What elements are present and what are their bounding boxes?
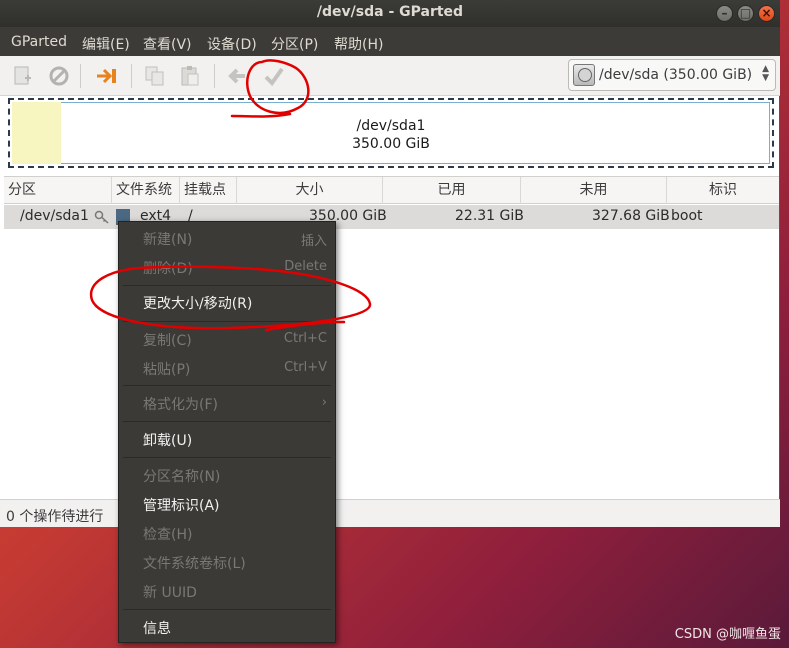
menu-item-copy[interactable]: 复制(C) Ctrl+C <box>119 327 335 353</box>
menu-separator <box>123 457 331 458</box>
table-header: 分区 文件系统 挂载点 大小 已用 未用 标识 <box>4 176 779 204</box>
copy-icon[interactable] <box>143 65 167 87</box>
menu-separator <box>123 421 331 422</box>
apply-icon[interactable] <box>262 65 286 87</box>
row-partition: /dev/sda1 <box>20 208 89 224</box>
menu-view[interactable]: 查看(V) <box>143 34 192 54</box>
menu-separator <box>123 609 331 610</box>
menu-separator <box>123 321 331 322</box>
row-flags: boot <box>671 208 703 224</box>
diskmap-partition-size: 350.00 GiB <box>352 136 430 152</box>
column-partition[interactable]: 分区 <box>4 177 112 204</box>
column-unused[interactable]: 未用 <box>521 177 667 204</box>
context-menu: 新建(N) 插入 删除(D) Delete 更改大小/移动(R) 复制(C) C… <box>118 221 336 643</box>
menu-item-check[interactable]: 检查(H) <box>119 521 335 547</box>
menu-partition[interactable]: 分区(P) <box>271 34 318 54</box>
menu-device[interactable]: 设备(D) <box>207 34 257 54</box>
column-mountpoint[interactable]: 挂载点 <box>180 177 237 204</box>
menu-item-resize-move[interactable]: 更改大小/移动(R) <box>119 290 335 316</box>
menu-item-unmount[interactable]: 卸载(U) <box>119 427 335 453</box>
column-used[interactable]: 已用 <box>383 177 521 204</box>
menu-item-new-uuid[interactable]: 新 UUID <box>119 579 335 605</box>
menu-item-information[interactable]: 信息 <box>119 615 335 641</box>
submenu-arrow-icon: › <box>321 395 327 410</box>
menu-edit[interactable]: 编辑(E) <box>82 34 130 54</box>
column-filesystem[interactable]: 文件系统 <box>112 177 180 204</box>
menu-gparted[interactable]: GParted <box>11 34 67 50</box>
menu-item-manage-flags[interactable]: 管理标识(A) <box>119 492 335 518</box>
menu-item-format-as[interactable]: 格式化为(F) › <box>119 391 335 417</box>
diskmap-partition-name: /dev/sda1 <box>356 118 426 134</box>
menu-separator <box>123 285 331 286</box>
undo-icon[interactable] <box>225 65 249 87</box>
paste-icon[interactable] <box>178 65 202 87</box>
minimize-button[interactable]: – <box>716 5 733 22</box>
new-partition-icon[interactable] <box>11 65 35 87</box>
hard-disk-icon <box>573 64 595 86</box>
pending-operations-text: 0 个操作待进行 <box>6 509 104 525</box>
close-button[interactable]: × <box>758 5 775 22</box>
maximize-button[interactable]: □ <box>737 5 754 22</box>
menu-bar: GParted 编辑(E) 查看(V) 设备(D) 分区(P) 帮助(H) <box>0 27 780 56</box>
device-selector-label: /dev/sda (350.00 GiB) <box>599 67 753 83</box>
column-size[interactable]: 大小 <box>237 177 383 204</box>
row-used: 22.31 GiB <box>455 208 524 224</box>
watermark: CSDN @咖喱鱼蛋 <box>674 627 781 642</box>
status-bar: 0 个操作待进行 <box>0 499 780 527</box>
gparted-window: /dev/sda - GParted – □ × GParted 编辑(E) 查… <box>0 0 780 527</box>
menu-item-partition-name[interactable]: 分区名称(N) <box>119 463 335 489</box>
spinner-arrows-icon: ▲ ▼ <box>762 64 769 83</box>
disk-map[interactable]: /dev/sda1 350.00 GiB <box>8 98 774 168</box>
resize-move-icon[interactable] <box>95 65 119 87</box>
menu-item-filesystem-label[interactable]: 文件系统卷标(L) <box>119 550 335 576</box>
window-title: /dev/sda - GParted <box>316 4 464 20</box>
menu-item-new[interactable]: 新建(N) 插入 <box>119 226 335 252</box>
row-unused: 327.68 GiB <box>592 208 670 224</box>
menu-item-paste[interactable]: 粘贴(P) Ctrl+V <box>119 356 335 382</box>
menu-separator <box>123 385 331 386</box>
key-icon <box>94 210 109 224</box>
delete-partition-icon[interactable] <box>47 65 71 87</box>
device-selector[interactable]: /dev/sda (350.00 GiB) ▲ ▼ <box>568 59 776 91</box>
menu-item-delete[interactable]: 删除(D) Delete <box>119 255 335 281</box>
title-bar[interactable]: /dev/sda - GParted – □ × <box>0 0 780 27</box>
menu-help[interactable]: 帮助(H) <box>334 34 383 54</box>
column-flags[interactable]: 标识 <box>667 177 779 204</box>
